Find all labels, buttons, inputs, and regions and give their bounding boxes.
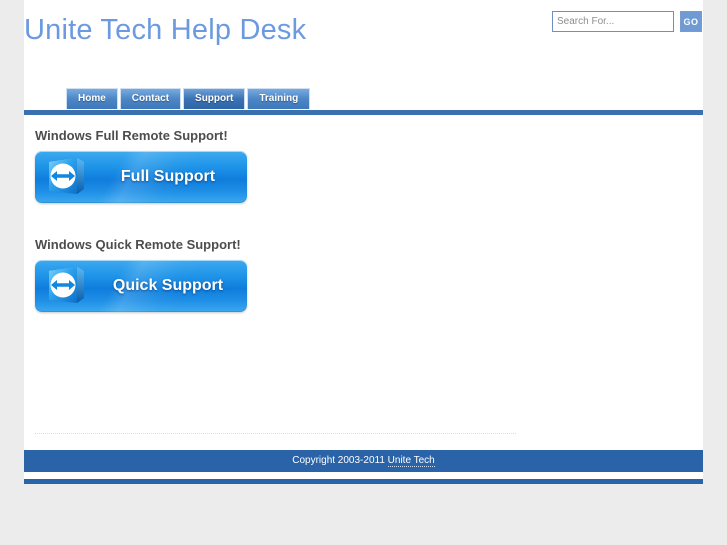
main-content: Windows Full Remote Support! Full Suppor… (24, 115, 703, 435)
quick-support-button[interactable]: Quick Support (35, 260, 247, 312)
quick-support-button-label: Quick Support (112, 277, 224, 294)
nav-tab-contact[interactable]: Contact (119, 88, 182, 109)
nav-tab-training[interactable]: Training (247, 88, 311, 109)
page-title: Unite Tech Help Desk (24, 14, 307, 46)
page-container: Unite Tech Help Desk GO Home Contact Sup… (24, 0, 703, 484)
teamviewer-icon (44, 155, 88, 199)
main-navigation: Home Contact Support Training (66, 88, 311, 109)
section-quick-support: Windows Quick Remote Support! Quick Supp… (35, 237, 247, 312)
footer-company-link[interactable]: Unite Tech (387, 455, 435, 467)
section-heading-quick: Windows Quick Remote Support! (35, 237, 241, 252)
teamviewer-icon (44, 264, 88, 308)
section-full-support: Windows Full Remote Support! Full Suppor… (35, 128, 247, 203)
copyright-text: Copyright 2003-2011 (292, 455, 388, 466)
content-divider (35, 433, 516, 434)
footer-accent-strip (24, 479, 703, 484)
nav-tab-home[interactable]: Home (66, 88, 118, 109)
nav-underline-bar (24, 110, 703, 115)
search-area: GO (552, 11, 702, 32)
search-go-button[interactable]: GO (680, 11, 702, 32)
full-support-button-label: Full Support (120, 168, 216, 185)
footer-bar: Copyright 2003-2011 Unite Tech (24, 450, 703, 472)
site-header: Unite Tech Help Desk GO (24, 0, 703, 84)
search-input[interactable] (552, 11, 674, 32)
section-heading-full: Windows Full Remote Support! (35, 128, 228, 143)
nav-tab-support[interactable]: Support (183, 88, 246, 109)
full-support-button[interactable]: Full Support (35, 151, 247, 203)
